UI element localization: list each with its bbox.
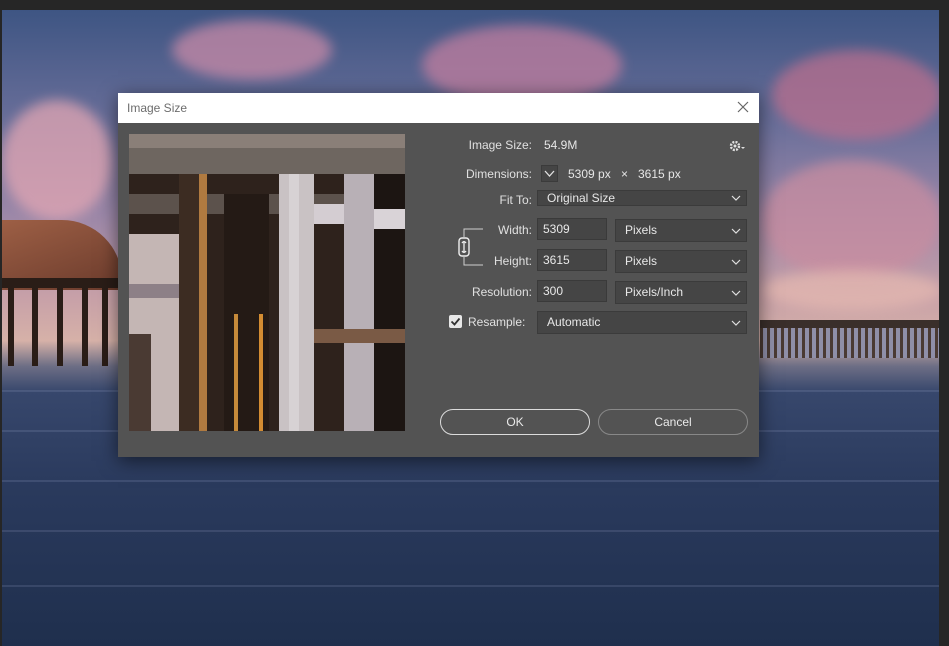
resample-label: Resample: (468, 315, 526, 329)
fit-to-value: Original Size (547, 191, 616, 205)
pier-post (8, 286, 14, 366)
pier-post (82, 286, 88, 366)
checkmark-icon (450, 317, 461, 326)
resample-method-value: Automatic (547, 315, 601, 329)
resolution-unit-value: Pixels/Inch (625, 285, 684, 299)
water-ripple (2, 480, 939, 482)
water-ripple (2, 530, 939, 532)
dimensions-units-dropdown[interactable] (541, 165, 558, 182)
resolution-unit-select[interactable]: Pixels/Inch (615, 281, 747, 304)
width-unit-value: Pixels (625, 223, 658, 237)
width-input[interactable] (537, 218, 607, 240)
height-label: Height: (493, 254, 532, 268)
cloud (2, 100, 112, 220)
height-input[interactable] (537, 249, 607, 271)
cloud (762, 270, 939, 310)
dimensions-times: × (621, 167, 629, 181)
cloud (772, 50, 939, 140)
resample-method-select[interactable]: Automatic (537, 311, 747, 334)
fit-to-label: Fit To: (499, 193, 532, 207)
chevron-down-icon (731, 228, 741, 234)
gear-icon (729, 140, 745, 152)
chevron-down-icon (731, 320, 741, 326)
height-unit-value: Pixels (625, 254, 658, 268)
chevron-down-icon (731, 259, 741, 265)
fit-to-select[interactable]: Original Size (537, 190, 747, 206)
image-size-dialog: Image Size Image Size: 54.9M Dimensions:… (118, 93, 759, 457)
cloud (172, 20, 332, 80)
settings-button[interactable] (729, 139, 747, 153)
dialog-titlebar[interactable]: Image Size (118, 93, 759, 123)
pier-post (102, 286, 108, 366)
close-icon (737, 101, 749, 113)
resample-checkbox[interactable] (449, 315, 462, 328)
height-unit-select[interactable]: Pixels (615, 250, 747, 273)
water-ripple (2, 585, 939, 587)
close-button[interactable] (733, 97, 753, 117)
resolution-label: Resolution: (471, 285, 532, 299)
chevron-down-icon (731, 195, 741, 201)
resolution-input[interactable] (537, 280, 607, 302)
image-preview[interactable] (129, 134, 405, 431)
ok-button[interactable]: OK (440, 409, 590, 435)
dialog-title: Image Size (127, 101, 188, 115)
image-size-value: 54.9M (544, 138, 578, 152)
cancel-button[interactable]: Cancel (598, 409, 748, 435)
image-size-label: Image Size: (468, 138, 532, 152)
width-label: Width: (497, 223, 532, 237)
dimensions-label: Dimensions: (465, 167, 532, 181)
dimensions-width: 5309 px (568, 167, 611, 181)
pier-post (57, 286, 63, 366)
width-unit-select[interactable]: Pixels (615, 219, 747, 242)
pier-posts (760, 328, 939, 358)
cloud (762, 160, 939, 280)
preview-photo (129, 134, 405, 431)
pier-post (32, 286, 38, 366)
chevron-down-icon (731, 290, 741, 296)
chevron-down-icon (544, 170, 555, 177)
dimensions-height: 3615 px (638, 167, 681, 181)
